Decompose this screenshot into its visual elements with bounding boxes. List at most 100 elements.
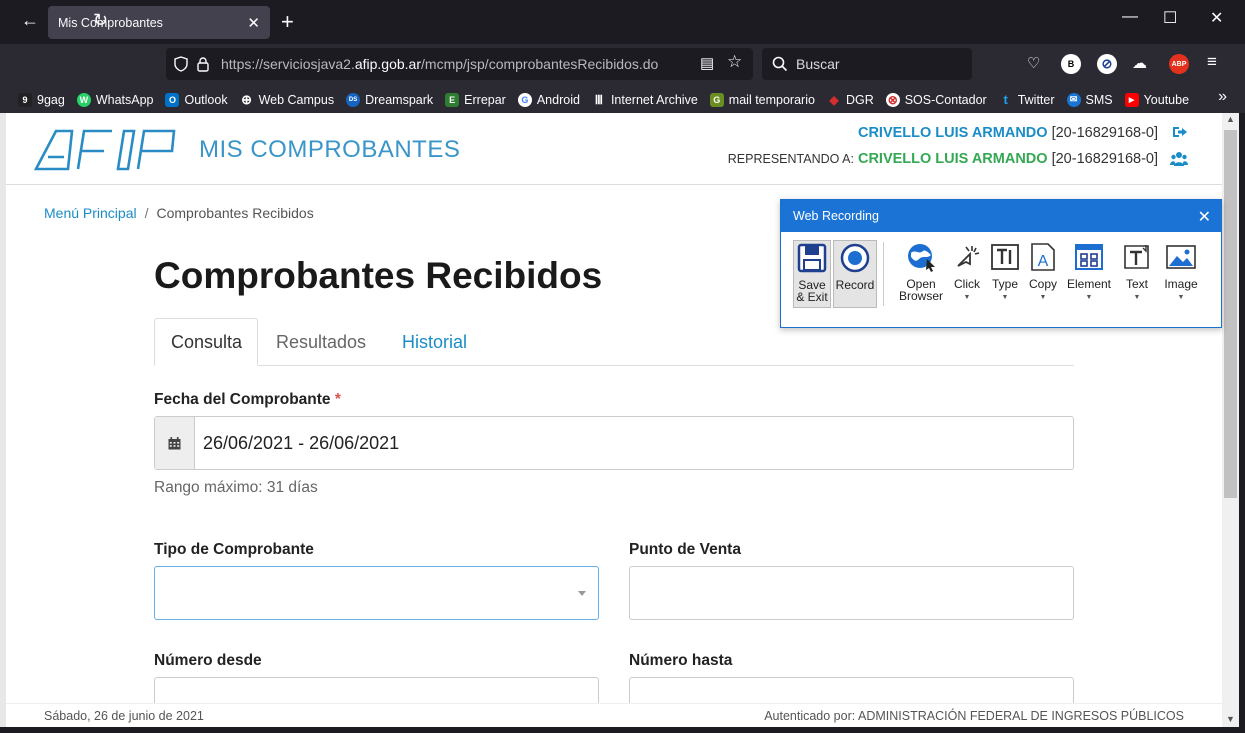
element-button[interactable]: Element ▼ <box>1065 240 1113 308</box>
type-button[interactable]: Type ▼ <box>987 240 1023 308</box>
numero-hasta-label: Número hasta <box>629 652 733 669</box>
floppy-disk-icon <box>795 241 829 275</box>
extension-block-icon[interactable]: ⊘ <box>1097 54 1117 74</box>
bookmark-whatsapp[interactable]: W WhatsApp <box>76 92 154 107</box>
click-dropdown-icon[interactable]: ▼ <box>964 292 971 304</box>
click-label: Click <box>954 277 980 291</box>
globe-cursor-icon <box>904 240 938 274</box>
address-bar[interactable]: https://serviciosjava2. afip.gob.ar/mcmp/… <box>166 48 753 80</box>
image-button[interactable]: Image ▼ <box>1161 240 1201 308</box>
9gag-icon: 9 <box>18 92 32 107</box>
adblock-plus-icon[interactable]: ABP <box>1169 54 1189 74</box>
copy-label: Copy <box>1028 277 1057 291</box>
bookmark-dreamspark[interactable]: DS Dreamspark <box>346 92 433 107</box>
required-mark: * <box>334 391 341 408</box>
tab-resultados[interactable]: Resultados <box>260 318 382 366</box>
window-close-icon[interactable]: ✕ <box>1210 8 1223 28</box>
breadcrumb-home-link[interactable]: Menú Principal <box>44 205 137 221</box>
browser-tab-strip: Mis Comprobantes ✕ + — ☐ ✕ <box>0 0 1245 44</box>
browser-tab[interactable]: Mis Comprobantes ✕ <box>48 6 270 39</box>
text-cursor-icon <box>988 240 1022 274</box>
back-icon[interactable]: ← <box>21 10 39 31</box>
bookmark-label: Errepar <box>464 92 506 107</box>
tipo-comprobante-select[interactable] <box>154 566 599 620</box>
record-button[interactable]: Record <box>833 240 877 308</box>
bookmark-youtube[interactable]: ▶ Youtube <box>1124 92 1190 107</box>
bookmark-star-icon[interactable]: ☆ <box>727 52 742 72</box>
calendar-icon <box>168 436 181 449</box>
copy-button[interactable]: A Copy ▼ <box>1025 240 1061 308</box>
save-exit-button[interactable]: Save & Exit <box>793 240 831 308</box>
click-cursor-icon <box>950 240 984 274</box>
date-range-value[interactable]: 26/06/2021 - 26/06/2021 <box>195 417 399 469</box>
record-label: Record <box>835 278 875 292</box>
punto-venta-input[interactable] <box>629 566 1074 620</box>
scroll-down-icon[interactable]: ▼ <box>1226 714 1235 724</box>
text-button[interactable]: Text ▼ <box>1119 240 1155 308</box>
search-placeholder: Buscar <box>796 56 840 72</box>
minimize-icon[interactable]: — <box>1122 8 1138 26</box>
globe-icon: ⊕ <box>241 91 253 107</box>
new-tab-button[interactable]: + <box>281 9 294 35</box>
bookmark-twitter[interactable]: t Twitter <box>999 92 1055 107</box>
image-dropdown-icon[interactable]: ▼ <box>1178 292 1185 304</box>
reload-icon[interactable]: ↻ <box>93 10 108 31</box>
afip-logo[interactable] <box>34 129 184 171</box>
tab-consulta[interactable]: Consulta <box>154 318 258 366</box>
open-browser-button[interactable]: Open Browser <box>899 240 943 308</box>
menu-icon[interactable]: ≡ <box>1207 52 1217 72</box>
type-dropdown-icon[interactable]: ▼ <box>1002 292 1009 304</box>
bookmark-label: SMS <box>1085 92 1113 107</box>
extension-b-icon[interactable]: B <box>1061 54 1081 74</box>
more-bookmarks-icon[interactable]: » <box>1218 88 1227 106</box>
date-range-field[interactable]: 26/06/2021 - 26/06/2021 <box>154 416 1074 470</box>
element-dropdown-icon[interactable]: ▼ <box>1086 292 1093 304</box>
scrollbar-thumb[interactable] <box>1224 130 1237 498</box>
bookmark-label: Web Campus <box>258 92 335 107</box>
reader-view-icon[interactable]: ▤ <box>700 54 714 72</box>
bookmark-internet-archive[interactable]: Ⅲ Internet Archive <box>592 93 698 107</box>
tab-close-icon[interactable]: ✕ <box>247 14 260 32</box>
search-box[interactable]: Buscar <box>762 48 972 80</box>
date-range-help: Rango máximo: 31 días <box>154 479 318 496</box>
copy-dropdown-icon[interactable]: ▼ <box>1040 292 1047 304</box>
bookmark-sms[interactable]: ✉ SMS <box>1066 92 1113 107</box>
type-label: Type <box>991 277 1018 291</box>
bookmark-web-campus[interactable]: ⊕ Web Campus <box>240 91 335 107</box>
bookmark-label: Android <box>536 92 580 107</box>
shield-icon[interactable] <box>173 56 189 72</box>
close-icon[interactable]: ✕ <box>1198 207 1211 227</box>
lock-icon[interactable] <box>195 56 211 72</box>
bookmark-errepar[interactable]: E Errepar <box>445 92 506 107</box>
bookmark-label: SOS-Contador <box>904 92 987 107</box>
representing-label: REPRESENTANDO A: <box>727 152 854 166</box>
logout-icon[interactable] <box>1172 125 1188 139</box>
bookmark-mail-temporario[interactable]: Gmail temporario <box>709 92 815 107</box>
bookmark-dgr[interactable]: ◆ DGR <box>827 92 874 107</box>
calendar-addon[interactable] <box>155 417 195 469</box>
text-dropdown-icon[interactable]: ▼ <box>1134 292 1141 304</box>
bookmark-label: DGR <box>845 92 874 107</box>
page-title: Comprobantes Recibidos <box>154 255 603 296</box>
extension-cloud-icon[interactable]: ☁ <box>1132 54 1147 72</box>
click-button[interactable]: Click ▼ <box>949 240 985 308</box>
user-name: CRIVELLO LUIS ARMANDO <box>857 125 1048 141</box>
scroll-up-icon[interactable]: ▲ <box>1226 114 1235 124</box>
google-icon: G <box>517 92 532 107</box>
bookmark-label: WhatsApp <box>95 92 154 107</box>
bookmark-android[interactable]: G Android <box>517 92 580 107</box>
chevron-down-icon <box>578 591 586 596</box>
bookmark-sos-contador[interactable]: ⊗ SOS-Contador <box>885 92 987 107</box>
pocket-icon[interactable]: ♡ <box>1027 54 1040 72</box>
dgr-icon: ◆ <box>829 92 839 107</box>
app-title: MIS COMPROBANTES <box>199 136 461 163</box>
bookmark-9gag[interactable]: 9 9gag <box>18 92 65 107</box>
bookmark-outlook[interactable]: O Outlook <box>165 92 228 107</box>
maximize-icon[interactable]: ☐ <box>1163 8 1177 28</box>
errepar-icon: E <box>445 92 460 107</box>
web-recording-title: Web Recording <box>793 209 879 223</box>
forward-icon[interactable]: → <box>57 10 75 31</box>
tab-historial[interactable]: Historial <box>386 318 483 366</box>
users-group-icon[interactable] <box>1170 151 1188 167</box>
bookmark-label: Youtube <box>1143 92 1190 107</box>
